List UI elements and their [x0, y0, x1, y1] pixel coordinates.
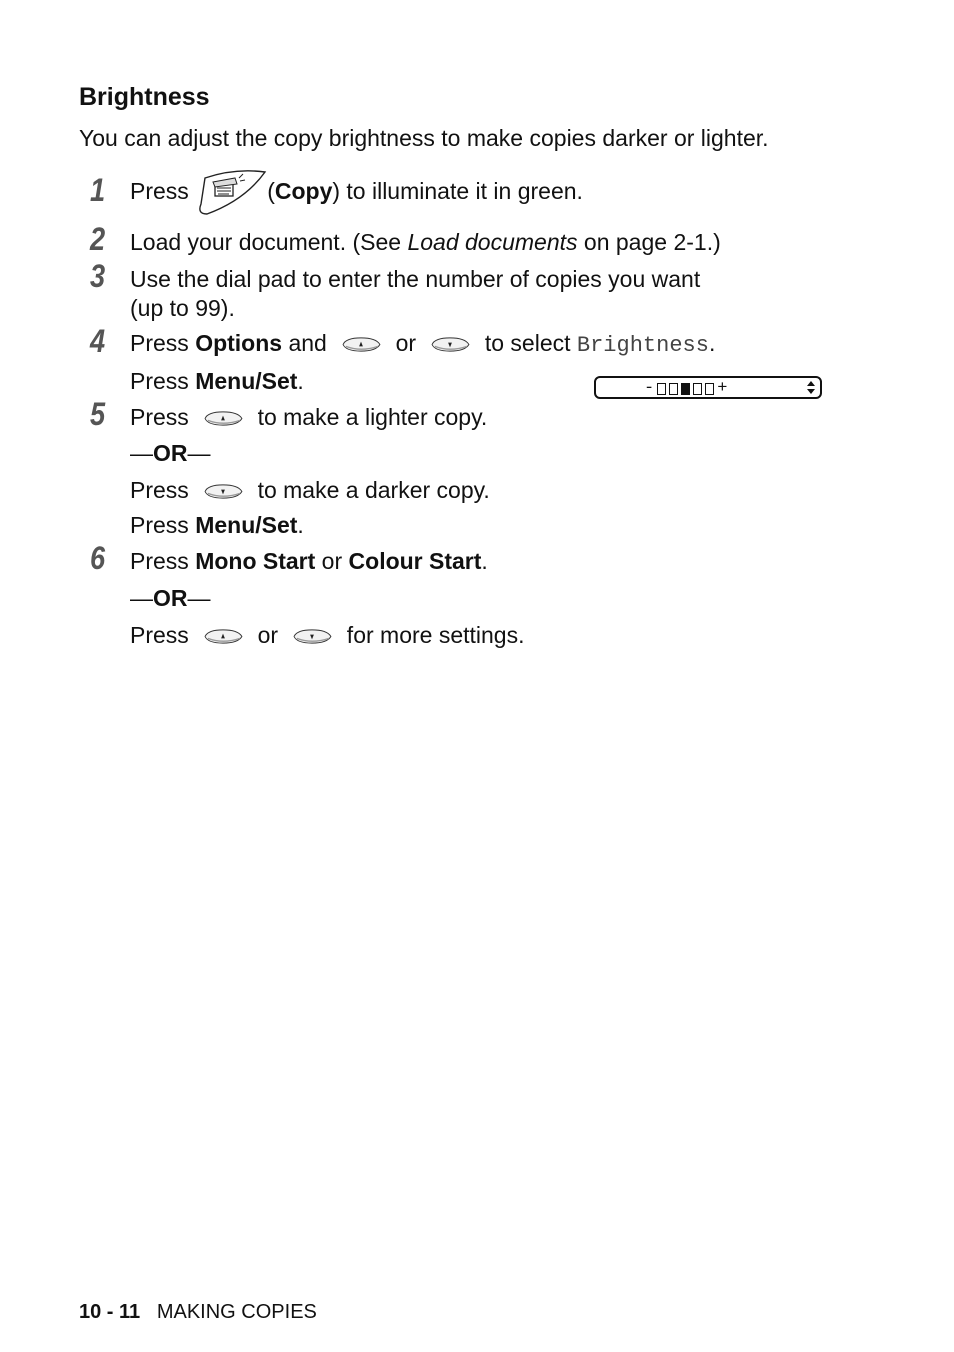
step-number-1: 1 [90, 172, 106, 208]
lcd-minus: - [644, 379, 655, 398]
up-arrow-key-icon [342, 337, 381, 353]
or-separator: —OR— [130, 440, 211, 466]
step-6-dot: . [481, 548, 488, 574]
copy-open-paren: ( [267, 178, 275, 205]
section-heading: Brightness [79, 83, 210, 111]
step-5-pre: Press [130, 404, 196, 430]
level-box-5 [705, 382, 715, 395]
step-number-3: 3 [90, 258, 106, 294]
level-box-1 [657, 382, 667, 395]
step-3-line-1: Use the dial pad to enter the number of … [130, 266, 701, 292]
step-6-line-1: Press Mono Start or Colour Start. [130, 548, 488, 575]
colour-start-key-label: Colour Start [348, 548, 482, 574]
options-key-label: Options [195, 330, 283, 356]
step-2-post: on page 2-1.) [577, 229, 721, 255]
brightness-menu-item: Brightness [576, 333, 709, 358]
page-footer: 10 - 11 MAKING COPIES [79, 1301, 317, 1324]
step-2-pre: Load your document. (See [130, 229, 408, 255]
intro-text: You can adjust the copy brightness to ma… [79, 125, 769, 151]
step-4-line-2: Press Menu/Set. [130, 368, 304, 395]
step-6-line-3: Press or for more settings. [130, 622, 525, 649]
copy-key-label: Copy [274, 178, 333, 205]
menu-set-key-label: Menu/Set [195, 368, 298, 394]
step-5-post: to make a lighter copy. [251, 404, 488, 430]
step-number-5: 5 [90, 396, 106, 432]
up-arrow-key-icon [204, 629, 243, 645]
up-arrow-key-icon [204, 411, 243, 427]
step-number-2: 2 [90, 221, 106, 257]
step-1-pre: Press [130, 178, 196, 205]
step-5-line3-pre: Press [130, 477, 196, 503]
step-5-line-1: Press to make a lighter copy. [130, 404, 487, 431]
step-6-or: or [315, 548, 349, 574]
down-arrow-key-icon [431, 337, 471, 353]
step-4: Press Options and or to select Brightnes… [130, 330, 715, 358]
step-3-line-2: (up to 99). [130, 295, 235, 321]
step-4-and: and [282, 330, 334, 356]
step-4-pre: Press [130, 330, 196, 356]
step-6-pre: Press [130, 548, 196, 574]
load-documents-reference: Load documents [407, 229, 578, 255]
step-1: Press (Copy) to illuminate it in green. [130, 170, 583, 216]
mono-start-key-label: Mono Start [195, 548, 316, 574]
level-box-3 [681, 382, 691, 395]
page-number: 10 - 11 [79, 1301, 141, 1323]
section-name: MAKING COPIES [156, 1301, 317, 1323]
step-5-line-4: Press Menu/Set. [130, 512, 304, 539]
step-number-6: 6 [90, 540, 106, 576]
step-5-line-3: Press to make a darker copy. [130, 477, 490, 504]
step-4-line2-pre: Press [130, 368, 196, 394]
step-5-line4-pre: Press [130, 512, 196, 538]
step-6-line3-pre: Press [130, 622, 196, 648]
level-box-2 [669, 382, 679, 395]
lcd-brightness-display: - + [594, 376, 822, 399]
or-label: OR [153, 440, 188, 466]
step-5-line3-post: to make a darker copy. [251, 477, 490, 503]
brightness-level-bar: - + [644, 379, 727, 398]
up-down-scroll-icon [807, 381, 815, 394]
step-4-dot: . [708, 330, 716, 356]
lcd-plus: + [717, 379, 728, 398]
step-number-4: 4 [90, 323, 106, 359]
or-label: OR [153, 585, 188, 611]
copy-key-icon [199, 170, 267, 215]
down-arrow-key-icon [204, 484, 243, 500]
step-4-select: to select [478, 330, 577, 356]
step-2: Load your document. (See Load documents … [130, 229, 721, 256]
step-6-line3-post: for more settings. [340, 622, 525, 648]
step-4-or: or [389, 330, 423, 356]
step-6-line3-or: or [251, 622, 285, 648]
or-separator: —OR— [130, 585, 211, 611]
step-1-post: ) to illuminate it in green. [332, 178, 583, 205]
down-arrow-key-icon [293, 629, 333, 645]
step-4-line2-dot: . [297, 368, 304, 394]
menu-set-key-label: Menu/Set [195, 512, 298, 538]
step-5-line4-dot: . [297, 512, 304, 538]
level-box-4 [693, 382, 703, 395]
